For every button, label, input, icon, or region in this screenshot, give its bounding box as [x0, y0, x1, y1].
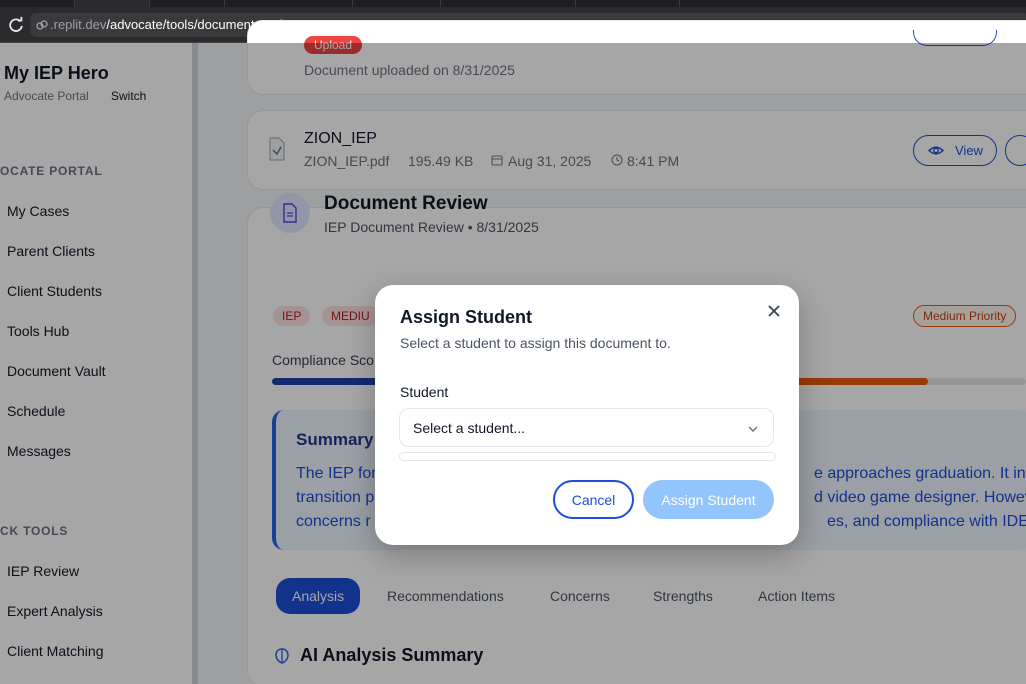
link-icon [36, 20, 48, 30]
cancel-button[interactable]: Cancel [553, 480, 634, 519]
student-select-value: Select a student... [413, 420, 526, 436]
close-icon[interactable] [764, 301, 784, 321]
browser-tab[interactable] [576, 0, 680, 7]
browser-tab[interactable] [150, 0, 225, 7]
browser-tab[interactable] [225, 0, 353, 7]
assign-student-dialog: Assign Student Select a student to assig… [375, 285, 799, 545]
student-select[interactable]: Select a student... [399, 408, 774, 447]
assign-student-button[interactable]: Assign Student [643, 480, 774, 519]
browser-tab[interactable] [441, 0, 576, 7]
url-host: .replit.dev [50, 17, 107, 32]
dialog-description: Select a student to assign this document… [400, 335, 671, 351]
browser-tab[interactable] [75, 0, 150, 7]
browser-tab[interactable] [0, 0, 75, 7]
reload-icon[interactable] [7, 16, 25, 34]
chevron-down-icon [748, 426, 758, 433]
student-options-list[interactable] [399, 452, 776, 461]
browser-tabstrip [0, 0, 1026, 7]
student-field-label: Student [400, 384, 449, 400]
dialog-title: Assign Student [400, 307, 533, 327]
browser-tab[interactable] [353, 0, 441, 7]
